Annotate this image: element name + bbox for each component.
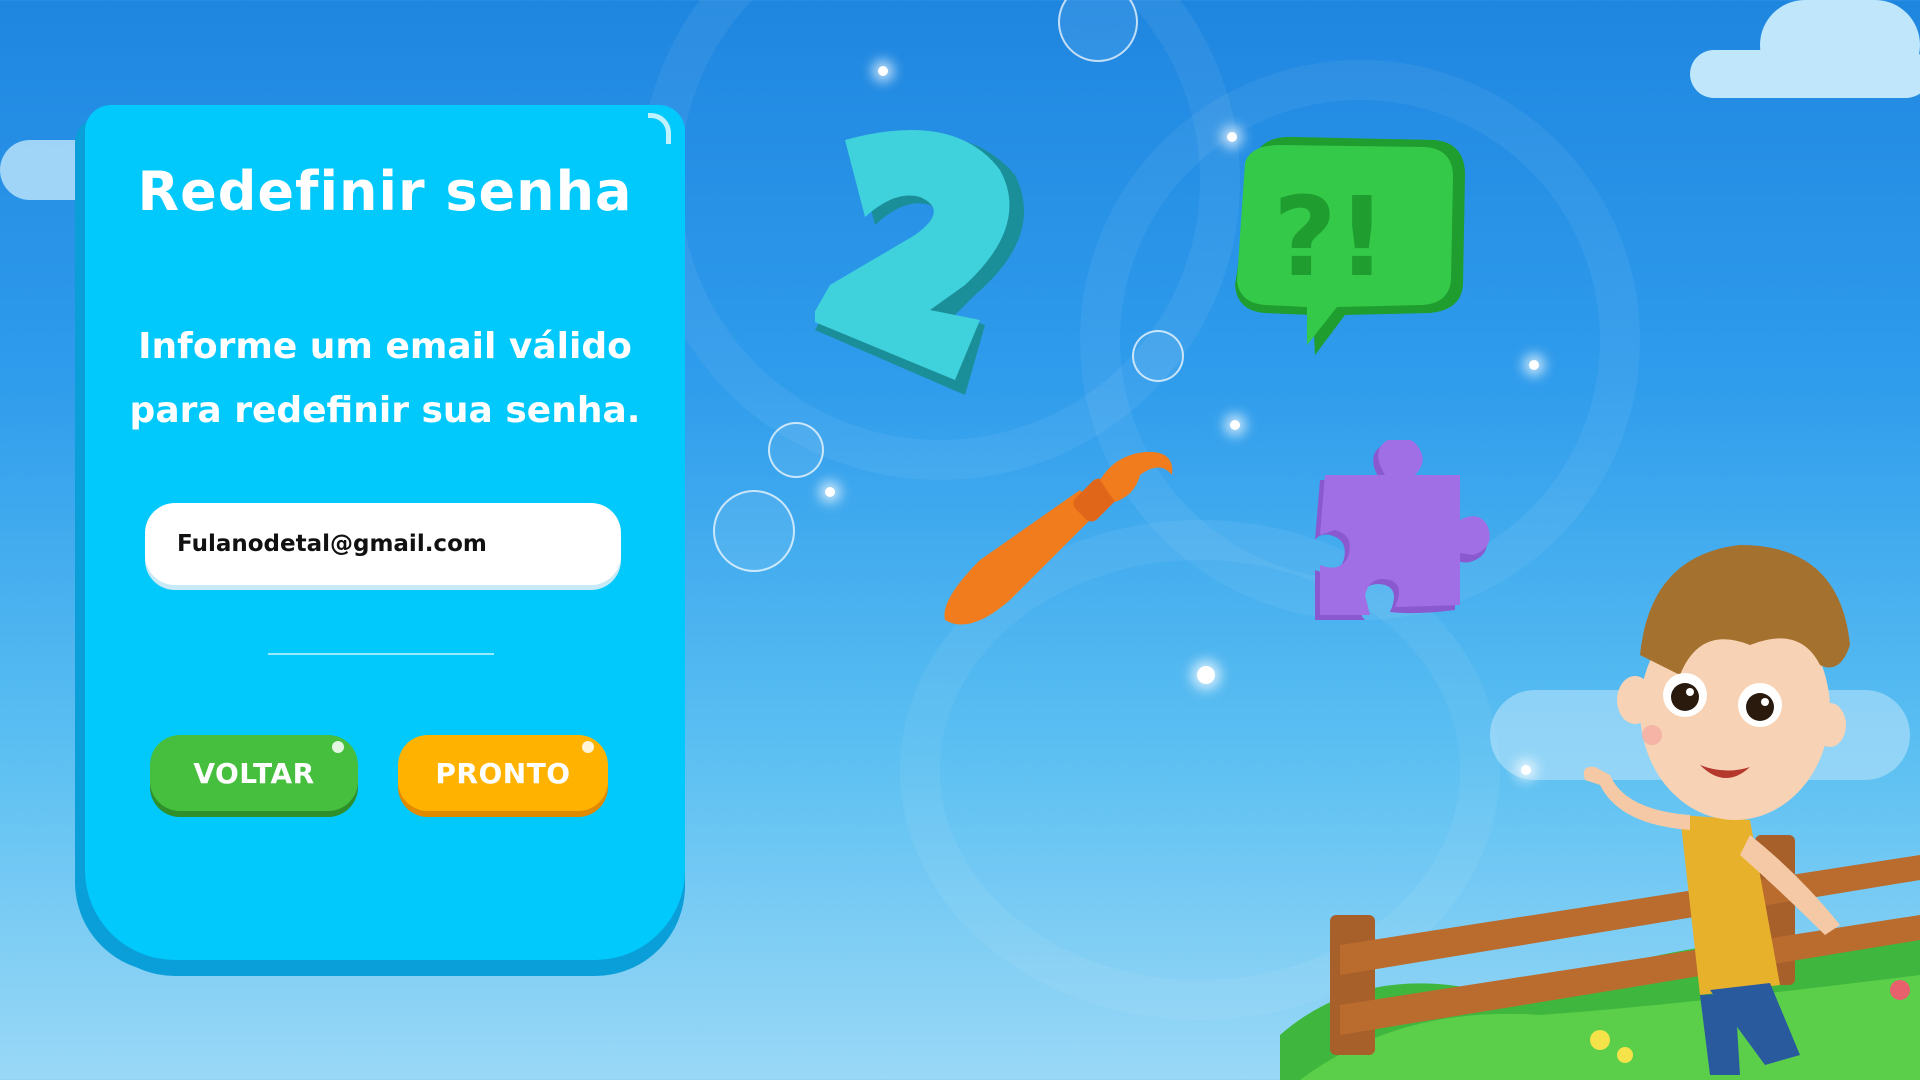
- paintbrush-icon: [944, 451, 1173, 625]
- back-button[interactable]: VOLTAR: [150, 735, 358, 811]
- sparkle: [1230, 420, 1240, 430]
- sparkle: [878, 66, 888, 76]
- instruction-line-2: para redefinir sua senha.: [129, 390, 641, 431]
- done-button[interactable]: PRONTO: [398, 735, 608, 811]
- card-shine: [648, 113, 671, 144]
- speech-bubble-question-exclamation-icon: ?!: [1235, 136, 1465, 355]
- sparkle: [825, 487, 835, 497]
- button-gloss: [582, 741, 594, 753]
- done-button-label: PRONTO: [435, 756, 571, 790]
- back-button-label: VOLTAR: [193, 756, 315, 790]
- bubble: [1132, 330, 1184, 382]
- sparkle: [1197, 666, 1215, 684]
- divider: [268, 653, 494, 655]
- svg-text:?!: ?!: [1273, 173, 1387, 301]
- sparkle: [1529, 360, 1539, 370]
- cloud: [1760, 0, 1920, 90]
- button-gloss: [332, 741, 344, 753]
- page-title: Redefinir senha: [137, 160, 633, 223]
- reset-password-card: Redefinir senha Informe um email válido …: [85, 105, 685, 960]
- instruction-text: Informe um email válido para redefinir s…: [125, 315, 645, 443]
- bubble: [768, 422, 824, 478]
- email-field[interactable]: [145, 503, 621, 585]
- boy-waving-illustration: [1280, 545, 1920, 1080]
- number-two-icon: [815, 130, 1024, 395]
- instruction-line-1: Informe um email válido: [138, 326, 632, 367]
- bubble: [713, 490, 795, 572]
